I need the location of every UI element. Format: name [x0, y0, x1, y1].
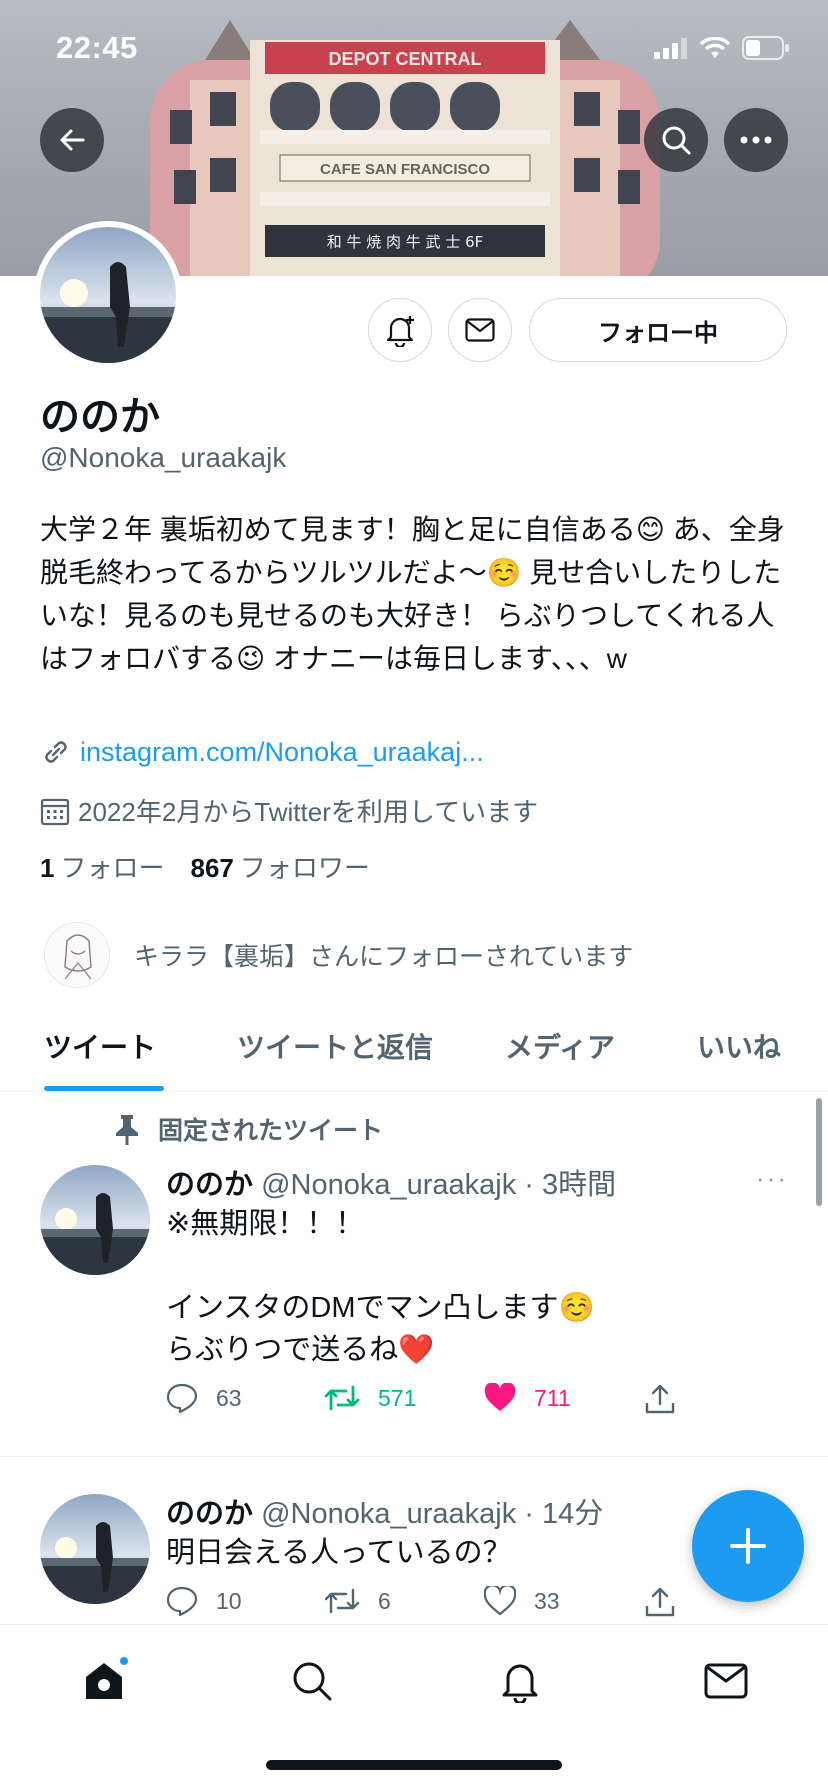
follower-avatar	[44, 922, 110, 988]
tweet-author-name[interactable]: ののか	[166, 1498, 253, 1530]
heart-icon	[484, 1586, 516, 1616]
cellular-signal-icon	[654, 38, 687, 59]
share-icon	[645, 1384, 675, 1414]
tweet-body: ※無期限！！！ インスタのDMでマン凸します☺️ らぶりつで送るね❤️	[166, 1208, 595, 1366]
nav-home[interactable]	[74, 1651, 134, 1711]
bell-plus-icon	[386, 316, 414, 347]
like-count: 33	[534, 1587, 560, 1614]
profile-action-row: フォロー中	[0, 298, 828, 362]
nav-messages[interactable]	[696, 1651, 756, 1711]
bell-icon	[502, 1664, 538, 1703]
home-notification-dot	[118, 1655, 130, 1667]
tweet-meta: @Nonoka_uraakajk · 3時間	[261, 1169, 617, 1201]
retweet-count: 571	[378, 1384, 417, 1411]
reply-icon	[166, 1383, 198, 1413]
tab-tweets-and-replies[interactable]: ツイートと返信	[237, 1026, 433, 1066]
mail-icon	[704, 1663, 748, 1699]
sign-yakiniku: 和 牛 焼 肉 牛 武 士 6F	[327, 233, 484, 251]
compose-tweet-button[interactable]	[692, 1490, 804, 1602]
followed-by-text: キララ【裏垢】さんにフォローされています	[134, 943, 634, 971]
nav-search[interactable]	[282, 1651, 342, 1711]
tweet-avatar[interactable]	[40, 1494, 150, 1604]
share-button[interactable]	[644, 1383, 676, 1415]
retweet-count: 6	[378, 1587, 391, 1614]
profile-joined-text: 2022年2月からTwitterを利用しています	[78, 797, 539, 827]
profile-handle: @Nonoka_uraakajk	[40, 442, 287, 473]
like-button[interactable]: 33	[484, 1586, 560, 1616]
reply-count: 10	[216, 1587, 242, 1614]
tweet-body: 明日会える人っているの？	[166, 1537, 512, 1569]
nav-notifications[interactable]	[490, 1651, 550, 1711]
profile-link[interactable]: instagram.com/Nonoka_uraakaj...	[40, 736, 484, 768]
profile-joined: 2022年2月からTwitterを利用しています	[40, 792, 538, 829]
battery-icon	[742, 36, 789, 60]
search-button[interactable]	[644, 108, 708, 172]
pinned-label-row: 固定されたツイート	[112, 1111, 383, 1147]
pin-icon	[116, 1115, 138, 1145]
status-time: 22:45	[56, 30, 138, 65]
more-horizontal-icon	[740, 136, 772, 144]
reply-count: 63	[216, 1384, 242, 1411]
tweet-author-name[interactable]: ののか	[166, 1169, 253, 1201]
home-indicator	[266, 1760, 562, 1770]
tweet-pinned[interactable]: 固定されたツイート ののか @Nonoka_uraakajk · 3時間 ···…	[0, 1093, 828, 1457]
like-button[interactable]: 711	[484, 1383, 571, 1413]
retweet-icon	[324, 1385, 360, 1411]
more-options-button[interactable]	[724, 108, 788, 172]
search-icon	[662, 126, 691, 155]
tweet-header: ののか @Nonoka_uraakajk · 14分	[166, 1490, 603, 1532]
following-count-link[interactable]: 1 フォロー	[40, 848, 164, 885]
back-arrow-icon	[60, 129, 85, 151]
tweet-header: ののか @Nonoka_uraakajk · 3時間	[166, 1161, 616, 1203]
retweet-button[interactable]: 6	[324, 1586, 391, 1616]
reply-icon	[166, 1586, 198, 1616]
back-button[interactable]	[40, 108, 104, 172]
tab-likes[interactable]: いいね	[697, 1026, 781, 1066]
like-count: 711	[534, 1384, 571, 1411]
link-icon	[45, 741, 67, 763]
profile-tabs: ツイート ツイートと返信 メディア いいね	[0, 1010, 828, 1092]
message-button[interactable]	[448, 298, 512, 362]
scrollbar[interactable]	[816, 1098, 822, 1206]
status-bar: 22:45	[0, 0, 828, 100]
search-icon	[293, 1662, 332, 1701]
tab-tweets[interactable]: ツイート	[44, 1026, 156, 1066]
tweet-avatar[interactable]	[40, 1165, 150, 1275]
profile-bio: 大学２年 裏垢初めて見ます！胸と足に自信ある😊 あ、全身脱毛終わってるからツルツ…	[40, 514, 785, 674]
reply-button[interactable]: 10	[166, 1586, 242, 1616]
tab-media[interactable]: メディア	[505, 1026, 615, 1066]
tweet-actions: 10 6 33	[166, 1586, 686, 1626]
followed-by-row[interactable]: キララ【裏垢】さんにフォローされています	[44, 922, 633, 988]
followers-count-link[interactable]: 867 フォロワー	[190, 848, 369, 885]
sign-cafe: CAFE SAN FRANCISCO	[320, 161, 490, 178]
plus-icon	[730, 1528, 766, 1564]
tweet-more-button[interactable]: ···	[756, 1163, 788, 1194]
profile-counts: 1 フォロー 867 フォロワー	[40, 848, 370, 885]
following-button[interactable]: フォロー中	[529, 298, 787, 362]
notifications-toggle-button[interactable]	[368, 298, 432, 362]
calendar-icon	[40, 798, 70, 825]
tweet-meta: @Nonoka_uraakajk · 14分	[261, 1498, 604, 1530]
wifi-icon	[700, 37, 730, 58]
mail-icon	[465, 318, 495, 342]
profile-name: ののか	[40, 395, 160, 439]
retweet-icon	[324, 1588, 360, 1614]
profile-link-text[interactable]: instagram.com/Nonoka_uraakaj...	[80, 737, 484, 768]
tweet-actions: 63 571 711	[166, 1383, 686, 1423]
pinned-label: 固定されたツイート	[158, 1117, 384, 1145]
share-button[interactable]	[644, 1586, 676, 1618]
heart-filled-icon	[484, 1383, 516, 1411]
retweet-button[interactable]: 571	[324, 1383, 416, 1413]
active-tab-indicator	[44, 1086, 164, 1091]
share-icon	[645, 1587, 675, 1617]
reply-button[interactable]: 63	[166, 1383, 242, 1413]
